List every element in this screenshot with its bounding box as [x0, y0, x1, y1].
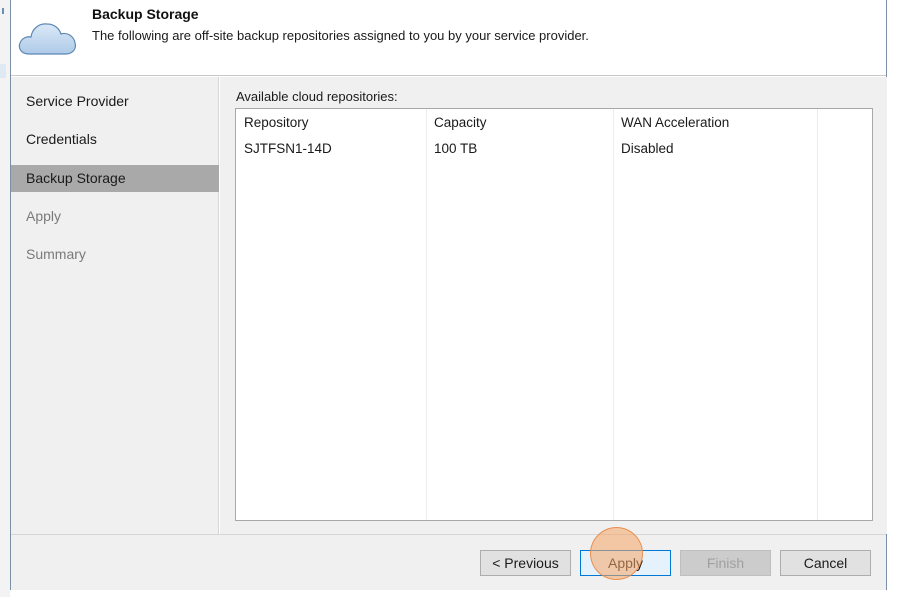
cell-capacity: 100 TB	[434, 141, 478, 156]
background-tick-mark	[2, 8, 4, 14]
repositories-table[interactable]: Repository Capacity WAN Acceleration SJT…	[235, 108, 873, 521]
wizard-content: Available cloud repositories: Repository…	[220, 77, 887, 534]
cloud-icon	[18, 23, 77, 55]
background-selection-mark	[0, 64, 6, 78]
page-description: The following are off-site backup reposi…	[92, 28, 589, 43]
column-divider	[613, 109, 614, 520]
cancel-button[interactable]: Cancel	[780, 550, 871, 576]
page-title: Backup Storage	[92, 6, 199, 22]
column-divider	[817, 109, 818, 520]
step-backup-storage[interactable]: Backup Storage	[11, 165, 219, 192]
previous-button[interactable]: < Previous	[480, 550, 571, 576]
cell-wan-acceleration: Disabled	[621, 141, 674, 156]
wizard-header: Backup Storage The following are off-sit…	[11, 0, 886, 76]
step-credentials[interactable]: Credentials	[11, 126, 219, 153]
column-header-repository[interactable]: Repository	[244, 115, 309, 130]
cell-repository: SJTFSN1-14D	[244, 141, 332, 156]
column-header-wan-acceleration[interactable]: WAN Acceleration	[621, 115, 729, 130]
screen: Backup Storage The following are off-sit…	[0, 0, 900, 597]
wizard-steps-nav: Service Provider Credentials Backup Stor…	[11, 77, 219, 534]
wizard-footer: < Previous Apply Finish Cancel	[11, 534, 886, 590]
column-divider	[426, 109, 427, 520]
step-service-provider[interactable]: Service Provider	[11, 88, 219, 115]
column-header-capacity[interactable]: Capacity	[434, 115, 487, 130]
finish-button: Finish	[680, 550, 771, 576]
repositories-label: Available cloud repositories:	[236, 89, 398, 104]
background-window-strip	[0, 0, 10, 597]
apply-button[interactable]: Apply	[580, 550, 671, 576]
step-apply: Apply	[26, 208, 62, 224]
wizard-dialog: Backup Storage The following are off-sit…	[10, 0, 887, 590]
step-summary: Summary	[26, 246, 86, 262]
